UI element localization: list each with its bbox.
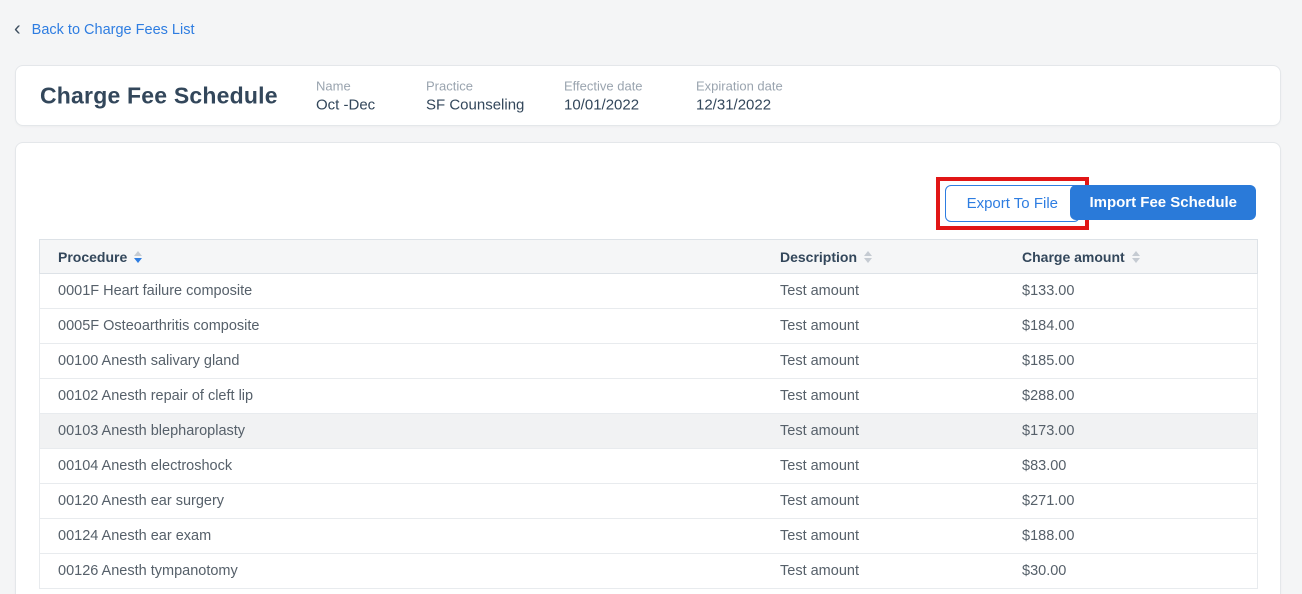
procedure-cell: 0001F Heart failure composite — [58, 283, 253, 299]
description-cell: Test amount — [780, 388, 859, 404]
table-row[interactable]: 0005F Osteoarthritis composite Test amoun… — [40, 309, 1257, 344]
column-header-procedure[interactable]: Procedure — [40, 240, 780, 273]
procedure-cell: 00126 Anesth tympanotomy — [58, 563, 238, 579]
column-label: Description — [780, 248, 858, 265]
chevron-left-icon: ‹ — [14, 18, 21, 40]
sort-up-arrow-icon — [1131, 250, 1140, 256]
back-link-label: Back to Charge Fees List — [31, 22, 195, 38]
description-cell: Test amount — [780, 493, 859, 509]
header-meta: Name Oct -Dec Practice SF Counseling Effecti… — [316, 78, 783, 113]
header-field-name: Name Oct -Dec — [316, 78, 426, 113]
header-field-expiration-date: Expiration date 12/31/2022 — [696, 78, 783, 113]
sort-up-arrow-icon — [864, 250, 873, 256]
table-row[interactable]: 00104 Anesth electroshock Test amount $83.… — [40, 449, 1257, 484]
field-value: 10/01/2022 — [564, 96, 640, 113]
page-title: Charge Fee Schedule — [40, 82, 278, 108]
description-cell: Test amount — [780, 458, 859, 474]
charge-amount-cell: $83.00 — [1022, 458, 1067, 474]
sort-down-arrow-icon — [864, 257, 873, 263]
sort-icon — [1131, 250, 1140, 263]
table-row[interactable]: 00126 Anesth tympanotomy Test amount $30.0… — [40, 554, 1257, 589]
charge-amount-cell: $271.00 — [1022, 493, 1075, 509]
description-cell: Test amount — [780, 423, 859, 439]
field-label: Expiration date — [696, 78, 783, 93]
field-label: Practice — [426, 78, 473, 93]
charge-amount-cell: $30.00 — [1022, 563, 1067, 579]
description-cell: Test amount — [780, 283, 859, 299]
sort-down-arrow-icon — [1131, 257, 1140, 263]
table-body: 0001F Heart failure composite Test amount… — [39, 274, 1258, 589]
annotation-highlight-box: Export To File — [935, 177, 1089, 230]
header-card: Charge Fee Schedule Name Oct -Dec Practice… — [15, 65, 1281, 126]
procedure-cell: 00102 Anesth repair of cleft lip — [58, 388, 254, 404]
table-row[interactable]: 00103 Anesth blepharoplasty Test amount $1… — [40, 414, 1257, 449]
charge-amount-cell: $184.00 — [1022, 318, 1075, 334]
table-row[interactable]: 00120 Anesth ear surgery Test amount $271.… — [40, 484, 1257, 519]
column-header-description[interactable]: Description — [780, 240, 1022, 273]
field-value: SF Counseling — [426, 96, 525, 113]
header-field-effective-date: Effective date 10/01/2022 — [564, 78, 696, 113]
field-value: 12/31/2022 — [696, 96, 772, 113]
table-header-row: Procedure Description Charge amount — [39, 239, 1258, 274]
procedure-cell: 00124 Anesth ear exam — [58, 528, 212, 544]
charge-amount-cell: $185.00 — [1022, 353, 1075, 369]
table-row[interactable]: 00124 Anesth ear exam Test amount $188.00 — [40, 519, 1257, 554]
description-cell: Test amount — [780, 528, 859, 544]
table-row[interactable]: 00102 Anesth repair of cleft lip Test amo… — [40, 379, 1257, 414]
export-to-file-button[interactable]: Export To File — [944, 185, 1080, 222]
field-label: Effective date — [564, 78, 643, 93]
description-cell: Test amount — [780, 353, 859, 369]
table-row[interactable]: 0001F Heart failure composite Test amount… — [40, 274, 1257, 309]
column-label: Procedure — [58, 248, 128, 265]
main-card: Export To File Import Fee Schedule Proce… — [15, 142, 1281, 594]
description-cell: Test amount — [780, 318, 859, 334]
column-label: Charge amount — [1022, 248, 1125, 265]
sort-down-arrow-icon — [134, 257, 143, 263]
sort-up-arrow-icon — [134, 250, 143, 256]
column-header-charge-amount[interactable]: Charge amount — [1022, 240, 1257, 273]
field-label: Name — [316, 78, 351, 93]
header-field-practice: Practice SF Counseling — [426, 78, 564, 113]
charge-amount-cell: $173.00 — [1022, 423, 1075, 439]
charge-fee-schedule-page: ‹ Back to Charge Fees List Charge Fee Sc… — [0, 0, 1302, 594]
procedure-cell: 00103 Anesth blepharoplasty — [58, 423, 246, 439]
sort-icon — [864, 250, 873, 263]
table-row[interactable]: 00100 Anesth salivary gland Test amount $1… — [40, 344, 1257, 379]
sort-icon — [134, 250, 143, 263]
procedure-cell: 00120 Anesth ear surgery — [58, 493, 225, 509]
import-fee-schedule-button[interactable]: Import Fee Schedule — [1070, 185, 1256, 220]
charge-amount-cell: $188.00 — [1022, 528, 1075, 544]
procedure-cell: 00104 Anesth electroshock — [58, 458, 233, 474]
charge-amount-cell: $133.00 — [1022, 283, 1075, 299]
charge-amount-cell: $288.00 — [1022, 388, 1075, 404]
back-link[interactable]: ‹ Back to Charge Fees List — [14, 18, 195, 40]
field-value: Oct -Dec — [316, 96, 376, 113]
description-cell: Test amount — [780, 563, 859, 579]
fee-schedule-table: Procedure Description Charge amount 0001F … — [39, 239, 1258, 589]
procedure-cell: 00100 Anesth salivary gland — [58, 353, 240, 369]
procedure-cell: 0005F Osteoarthritis composite — [58, 318, 260, 334]
